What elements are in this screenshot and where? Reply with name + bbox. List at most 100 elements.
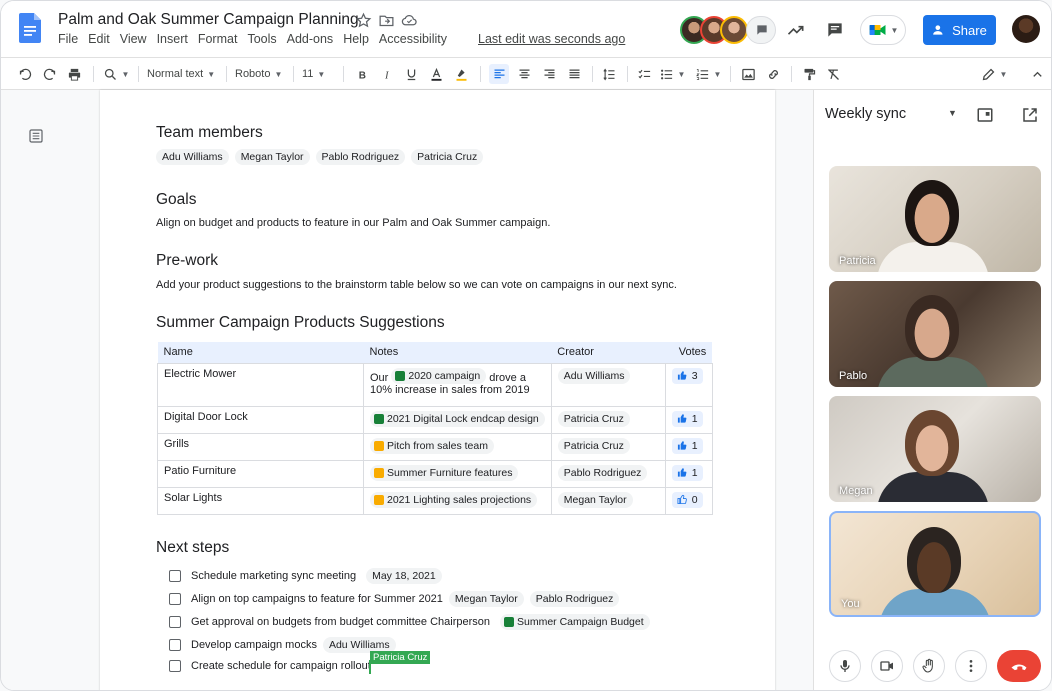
font-size-select[interactable]: 11 ▼ bbox=[302, 64, 334, 84]
person-chip[interactable]: Adu Williams bbox=[156, 149, 229, 165]
vote-chip[interactable]: 3 bbox=[671, 367, 703, 384]
line-spacing-button[interactable] bbox=[600, 64, 618, 84]
checklist-button[interactable] bbox=[635, 64, 653, 84]
column-header[interactable]: Creator bbox=[551, 342, 666, 363]
checkbox[interactable] bbox=[169, 639, 181, 651]
font-select[interactable]: Roboto ▼ bbox=[235, 64, 287, 84]
person-chip[interactable]: Pablo Rodriguez bbox=[557, 464, 648, 481]
clear-formatting-button[interactable] bbox=[824, 64, 842, 84]
cell-votes[interactable]: 1 bbox=[664, 432, 713, 461]
vote-chip[interactable]: 1 bbox=[671, 410, 703, 427]
move-folder-icon[interactable] bbox=[378, 12, 395, 29]
person-chip[interactable]: Patricia Cruz bbox=[557, 437, 630, 454]
cell-votes[interactable]: 1 bbox=[664, 459, 713, 488]
raise-hand-button[interactable] bbox=[913, 650, 945, 682]
person-chip[interactable]: Adu Williams bbox=[557, 367, 631, 384]
cloud-saved-icon[interactable] bbox=[401, 12, 418, 29]
menu-view[interactable]: View bbox=[120, 32, 147, 46]
menu-help[interactable]: Help bbox=[343, 32, 369, 46]
text-color-button[interactable] bbox=[427, 64, 445, 84]
cell-votes[interactable]: 3 bbox=[664, 362, 713, 407]
file-chip[interactable]: 2021 Digital Lock endcap design bbox=[370, 410, 545, 427]
cell-creator[interactable]: Patricia Cruz bbox=[550, 432, 666, 461]
share-button[interactable]: Share bbox=[923, 15, 996, 45]
meeting-title[interactable]: Weekly sync bbox=[825, 106, 906, 122]
menu-insert[interactable]: Insert bbox=[157, 32, 188, 46]
cell-notes[interactable]: Pitch from sales team bbox=[363, 432, 552, 461]
file-chip[interactable]: Summer Campaign Budget bbox=[500, 614, 650, 630]
open-in-new-icon[interactable] bbox=[1021, 106, 1039, 124]
layout-icon[interactable] bbox=[976, 106, 994, 124]
cell-creator[interactable]: Pablo Rodriguez bbox=[550, 459, 666, 488]
cell-notes[interactable]: Our 2020 campaign drove a 10% increase i… bbox=[363, 362, 552, 407]
vote-chip[interactable]: 0 bbox=[671, 491, 703, 508]
redo-button[interactable] bbox=[40, 64, 58, 84]
participant-tile[interactable]: Megan bbox=[829, 396, 1041, 502]
cell-creator[interactable]: Patricia Cruz bbox=[550, 405, 666, 434]
comments-button[interactable] bbox=[823, 18, 847, 42]
last-edit-link[interactable]: Last edit was seconds ago bbox=[478, 32, 625, 46]
italic-button[interactable]: I bbox=[378, 64, 396, 84]
file-chip[interactable]: 2021 Lighting sales projections bbox=[370, 491, 538, 508]
highlight-color-button[interactable] bbox=[452, 64, 470, 84]
chevron-down-icon[interactable]: ▼ bbox=[948, 108, 957, 118]
vote-chip[interactable]: 1 bbox=[671, 437, 703, 454]
checkbox[interactable] bbox=[169, 593, 181, 605]
editing-mode-select[interactable]: ▼ bbox=[979, 64, 1009, 84]
account-avatar[interactable] bbox=[1012, 15, 1040, 43]
person-chip[interactable]: Megan Taylor bbox=[448, 591, 524, 607]
menu-edit[interactable]: Edit bbox=[88, 32, 110, 46]
cell-creator[interactable]: Adu Williams bbox=[550, 362, 666, 407]
camera-button[interactable] bbox=[871, 650, 903, 682]
align-left-button[interactable] bbox=[489, 64, 509, 84]
activity-dashboard-button[interactable] bbox=[784, 18, 808, 42]
bold-button[interactable]: B bbox=[353, 64, 371, 84]
menu-accessibility[interactable]: Accessibility bbox=[379, 32, 447, 46]
checkbox[interactable] bbox=[169, 616, 181, 628]
date-chip[interactable]: May 18, 2021 bbox=[366, 568, 442, 584]
underline-button[interactable] bbox=[402, 64, 420, 84]
document-page[interactable]: Team members Adu Williams Megan Taylor P… bbox=[100, 90, 775, 690]
hide-menus-button[interactable] bbox=[1029, 64, 1045, 84]
zoom-select[interactable]: ▼ bbox=[102, 64, 130, 84]
cell-name[interactable]: Grills bbox=[157, 432, 364, 461]
outline-icon[interactable] bbox=[28, 128, 44, 144]
numbered-list-button[interactable]: ▼ bbox=[694, 64, 722, 84]
participant-tile[interactable]: Pablo bbox=[829, 281, 1041, 387]
insert-link-button[interactable] bbox=[764, 64, 782, 84]
cell-name[interactable]: Electric Mower bbox=[157, 362, 364, 407]
leave-call-button[interactable] bbox=[997, 650, 1041, 682]
person-chip[interactable]: Pablo Rodriguez bbox=[315, 149, 406, 165]
person-chip[interactable]: Patricia Cruz bbox=[411, 149, 484, 165]
cell-name[interactable]: Digital Door Lock bbox=[157, 405, 364, 434]
cell-votes[interactable]: 0 bbox=[664, 486, 713, 515]
docs-logo-icon[interactable] bbox=[19, 13, 41, 43]
column-header[interactable]: Notes bbox=[363, 342, 552, 363]
align-center-button[interactable] bbox=[515, 64, 533, 84]
print-button[interactable] bbox=[65, 64, 83, 84]
cell-creator[interactable]: Megan Taylor bbox=[550, 486, 666, 515]
cell-notes[interactable]: Summer Furniture features bbox=[363, 459, 552, 488]
column-header[interactable]: Votes bbox=[665, 342, 713, 363]
file-chip[interactable]: Summer Furniture features bbox=[370, 464, 519, 481]
style-select[interactable]: Normal text ▼ bbox=[147, 64, 219, 84]
checkbox[interactable] bbox=[169, 570, 181, 582]
insert-image-button[interactable] bbox=[739, 64, 757, 84]
cell-votes[interactable]: 1 bbox=[664, 405, 713, 434]
avatar[interactable] bbox=[720, 16, 748, 44]
more-options-button[interactable] bbox=[955, 650, 987, 682]
cell-notes[interactable]: 2021 Lighting sales projections bbox=[363, 486, 552, 515]
menu-tools[interactable]: Tools bbox=[247, 32, 276, 46]
file-chip[interactable]: 2020 campaign bbox=[391, 367, 487, 384]
justify-button[interactable] bbox=[565, 64, 583, 84]
microphone-button[interactable] bbox=[829, 650, 861, 682]
document-title[interactable]: Palm and Oak Summer Campaign Planning bbox=[58, 11, 359, 29]
menu-format[interactable]: Format bbox=[198, 32, 238, 46]
participant-tile-self[interactable]: You bbox=[829, 511, 1041, 617]
align-right-button[interactable] bbox=[540, 64, 558, 84]
menu-file[interactable]: File bbox=[58, 32, 78, 46]
menu-add-ons[interactable]: Add-ons bbox=[287, 32, 334, 46]
paint-format-button[interactable] bbox=[800, 64, 818, 84]
file-chip[interactable]: Pitch from sales team bbox=[370, 437, 494, 454]
undo-button[interactable] bbox=[16, 64, 34, 84]
